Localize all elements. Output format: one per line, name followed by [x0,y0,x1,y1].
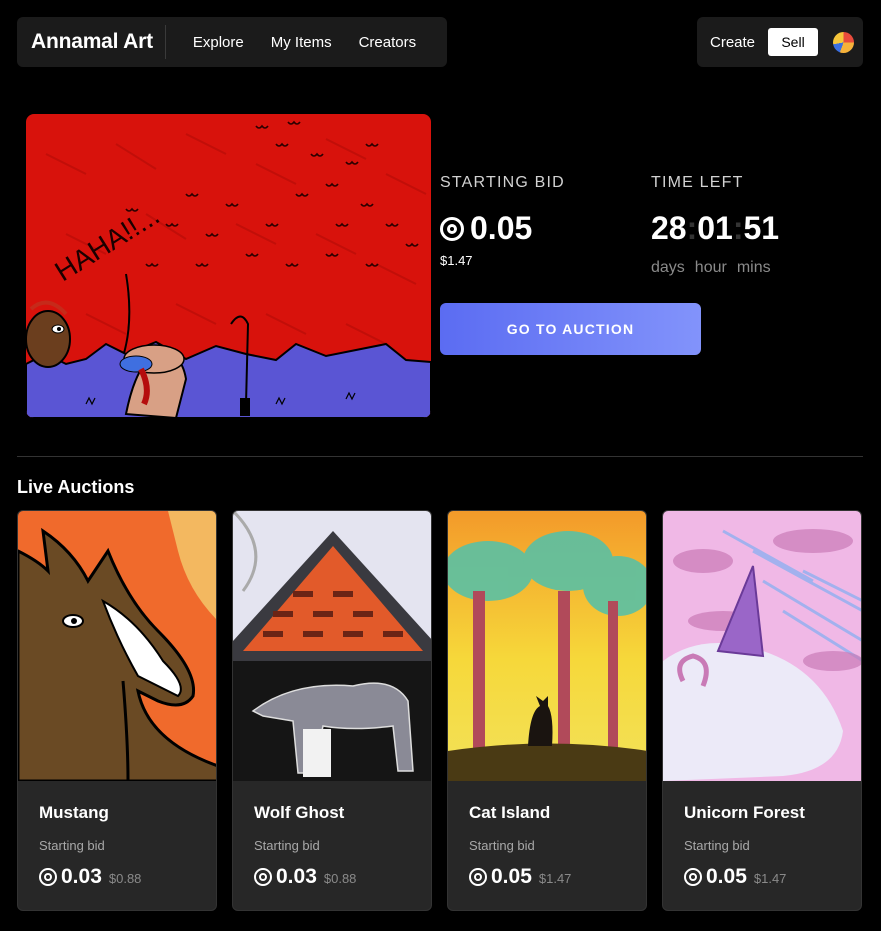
starting-bid-label: STARTING BID [440,174,565,191]
auction-card-wolf-ghost[interactable]: Wolf Ghost Starting bid 0.03 $0.88 [232,510,432,911]
card-eth-price: 0.03 [61,865,102,888]
create-link[interactable]: Create [710,34,755,51]
card-eth-price: 0.03 [276,865,317,888]
starting-bid-eth: 0.05 [470,210,533,246]
timer-hours: 01 [697,210,733,246]
starting-bid-panel: STARTING BID 0.05 $1.47 [440,174,565,268]
time-left-panel: TIME LEFT 28 : 01 : 51 days hour mins [651,174,779,277]
card-usd-price: $0.88 [323,871,357,886]
auction-card-unicorn-forest[interactable]: Unicorn Forest Starting bid 0.05 $1.47 [662,510,862,911]
card-title: Unicorn Forest [684,803,805,822]
featured-artwork-image: HAHA!!... [26,114,431,418]
card-subtitle: Starting bid [684,838,750,853]
featured-artwork[interactable]: HAHA!!... [26,114,431,418]
nav-links: Explore My Items Creators [166,34,416,51]
live-auctions-title: Live Auctions [17,477,135,497]
sell-button[interactable]: Sell [768,28,819,56]
auction-card-cat-island[interactable]: Cat Island Starting bid 0.05 $1.47 [447,510,647,911]
timer-separator: : [732,210,744,246]
mustang-artwork [18,511,216,781]
countdown-timer: 28 : 01 : 51 [651,210,779,247]
card-price: 0.05 $1.47 [684,865,840,889]
card-subtitle: Starting bid [39,838,105,853]
card-price: 0.03 $0.88 [39,865,195,889]
timer-separator: : [686,210,698,246]
card-usd-price: $0.88 [108,871,142,886]
eth-icon [684,868,702,886]
eth-icon [39,868,57,886]
time-left-label: TIME LEFT [651,174,744,191]
nav-creators[interactable]: Creators [359,34,417,51]
unit-mins: mins [736,259,771,276]
brand-logo[interactable]: Annamal Art [17,25,166,59]
card-price: 0.05 $1.47 [469,865,625,889]
card-eth-price: 0.05 [491,865,532,888]
section-divider [17,456,863,457]
eth-icon [469,868,487,886]
avatar[interactable] [833,31,855,53]
card-title: Wolf Ghost [254,803,345,822]
timer-mins: 51 [743,210,780,246]
card-title: Cat Island [469,803,551,822]
unit-days: days [651,259,685,276]
wolf-ghost-artwork [233,511,431,781]
starting-bid-price: 0.05 [440,210,565,247]
auction-card-mustang[interactable]: Mustang Starting bid 0.03 $0.88 [17,510,217,911]
card-usd-price: $1.47 [753,871,787,886]
card-subtitle: Starting bid [254,838,320,853]
starting-bid-usd: $1.47 [440,253,473,268]
unit-hour: hour [694,259,727,276]
nav-explore[interactable]: Explore [193,34,244,51]
eth-icon [254,868,272,886]
card-price: 0.03 $0.88 [254,865,410,889]
card-eth-price: 0.05 [706,865,747,888]
go-to-auction-button[interactable]: GO TO AUCTION [440,303,701,355]
nav-my-items[interactable]: My Items [271,34,332,51]
top-nav: Annamal Art Explore My Items Creators [17,17,447,67]
timer-days: 28 [651,210,687,246]
auction-cards: Mustang Starting bid 0.03 $0.88 Wolf Gho… [17,510,862,911]
timer-units: days hour mins [651,259,779,277]
unicorn-forest-artwork [663,511,861,781]
card-title: Mustang [39,803,109,822]
card-usd-price: $1.47 [538,871,572,886]
account-actions: Create Sell [697,17,863,67]
cat-island-artwork [448,511,646,781]
card-subtitle: Starting bid [469,838,535,853]
eth-icon [440,216,464,241]
